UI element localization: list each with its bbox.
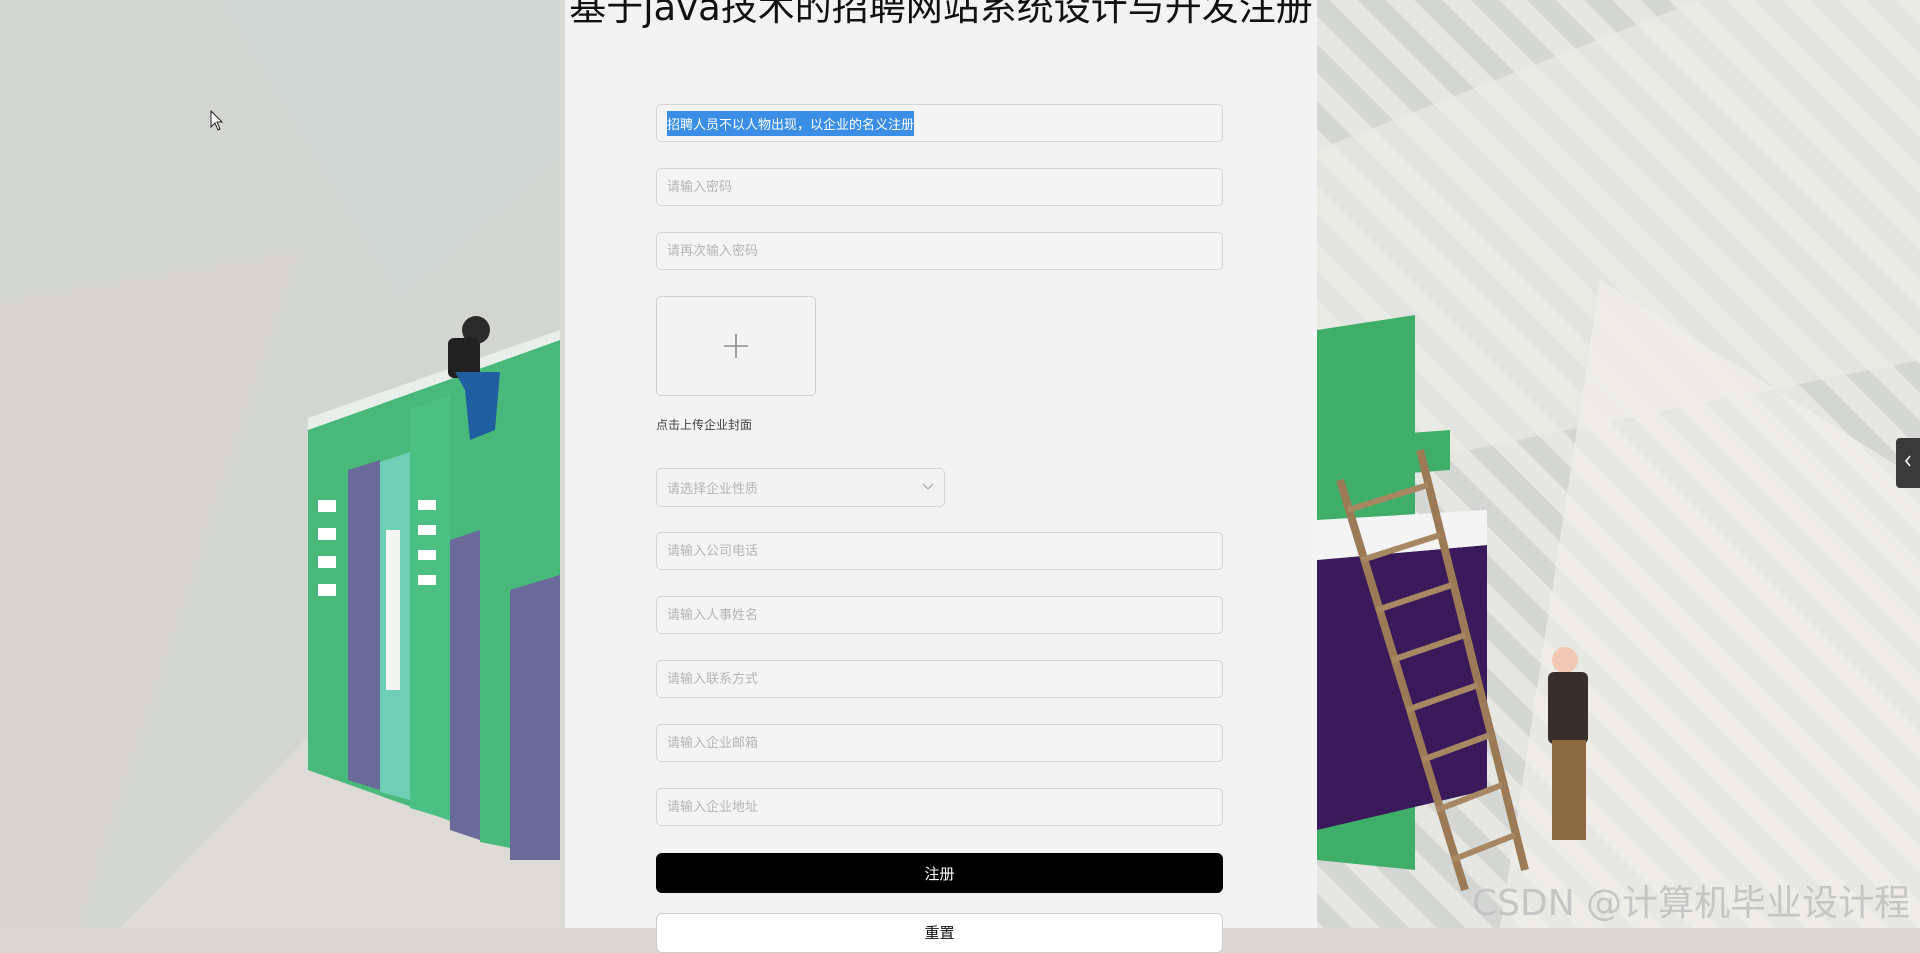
company-address-input[interactable]	[657, 789, 1222, 825]
reset-button[interactable]: 重置	[656, 913, 1223, 953]
password-confirm-field[interactable]	[656, 232, 1223, 270]
company-name-field[interactable]: 招聘人员不以人物出现，以企业的名义注册	[656, 104, 1223, 142]
contact-field[interactable]	[656, 660, 1223, 698]
csdn-watermark: CSDN @计算机毕业设计程	[1472, 883, 1911, 924]
register-button[interactable]: 注册	[656, 853, 1223, 893]
company-address-field[interactable]	[656, 788, 1223, 826]
upload-label: 点击上传企业封面	[656, 418, 753, 432]
company-phone-input[interactable]	[657, 533, 1222, 569]
password-confirm-input[interactable]	[657, 233, 1222, 269]
password-input[interactable]	[657, 169, 1222, 205]
company-nature-placeholder: 请选择企业性质	[667, 482, 759, 497]
company-email-field[interactable]	[656, 724, 1223, 762]
hr-name-input[interactable]	[657, 597, 1222, 633]
company-nature-select[interactable]: 请选择企业性质	[656, 468, 945, 507]
company-name-value: 招聘人员不以人物出现，以企业的名义注册	[667, 110, 915, 136]
contact-input[interactable]	[657, 661, 1222, 697]
company-email-input[interactable]	[657, 725, 1222, 761]
register-panel: 基于java技术的招聘网站系统设计与开发注册 招聘人员不以人物出现，以企业的名义…	[565, 0, 1317, 953]
company-phone-field[interactable]	[656, 532, 1223, 570]
chevron-down-icon	[922, 480, 934, 495]
hr-name-field[interactable]	[656, 596, 1223, 634]
page-title: 基于java技术的招聘网站系统设计与开发注册	[569, 0, 1313, 29]
password-field[interactable]	[656, 168, 1223, 206]
plus-icon	[724, 334, 748, 358]
mouse-cursor-icon	[210, 109, 224, 136]
chevron-left-icon	[1904, 455, 1912, 471]
side-panel-toggle[interactable]	[1896, 438, 1920, 488]
cover-upload-button[interactable]	[656, 296, 816, 396]
